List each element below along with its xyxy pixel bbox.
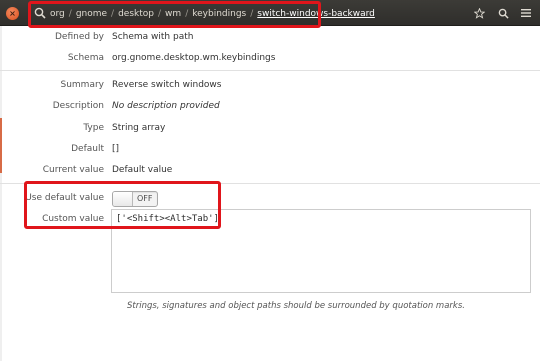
description-label: Description [52, 101, 104, 111]
current-value: Default value [112, 165, 173, 175]
settings-highlight-box [24, 181, 221, 229]
close-window-button[interactable]: × [6, 7, 19, 20]
summary-label: Summary [60, 80, 105, 90]
format-hint: Strings, signatures and object paths sho… [127, 301, 465, 311]
type-value: String array [112, 123, 166, 133]
bookmark-button[interactable] [471, 5, 487, 21]
description-value: No description provided [112, 101, 220, 111]
main-menu-button[interactable] [518, 5, 534, 21]
summary-value: Reverse switch windows [112, 80, 222, 90]
divider [0, 70, 540, 71]
default-value: [] [112, 144, 120, 154]
defined-by-label: Defined by [55, 32, 104, 42]
default-label: Default [71, 144, 104, 154]
breadcrumb-highlight-box [28, 1, 321, 28]
hamburger-menu-icon [521, 9, 531, 17]
search-button[interactable] [495, 5, 511, 21]
current-value-label: Current value [42, 165, 104, 175]
star-icon [473, 7, 485, 19]
search-icon [498, 8, 509, 19]
schema-value: org.gnome.desktop.wm.keybindings [112, 53, 276, 63]
defined-by-value: Schema with path [112, 32, 194, 42]
type-label: Type [83, 123, 104, 133]
schema-label: Schema [67, 53, 104, 63]
